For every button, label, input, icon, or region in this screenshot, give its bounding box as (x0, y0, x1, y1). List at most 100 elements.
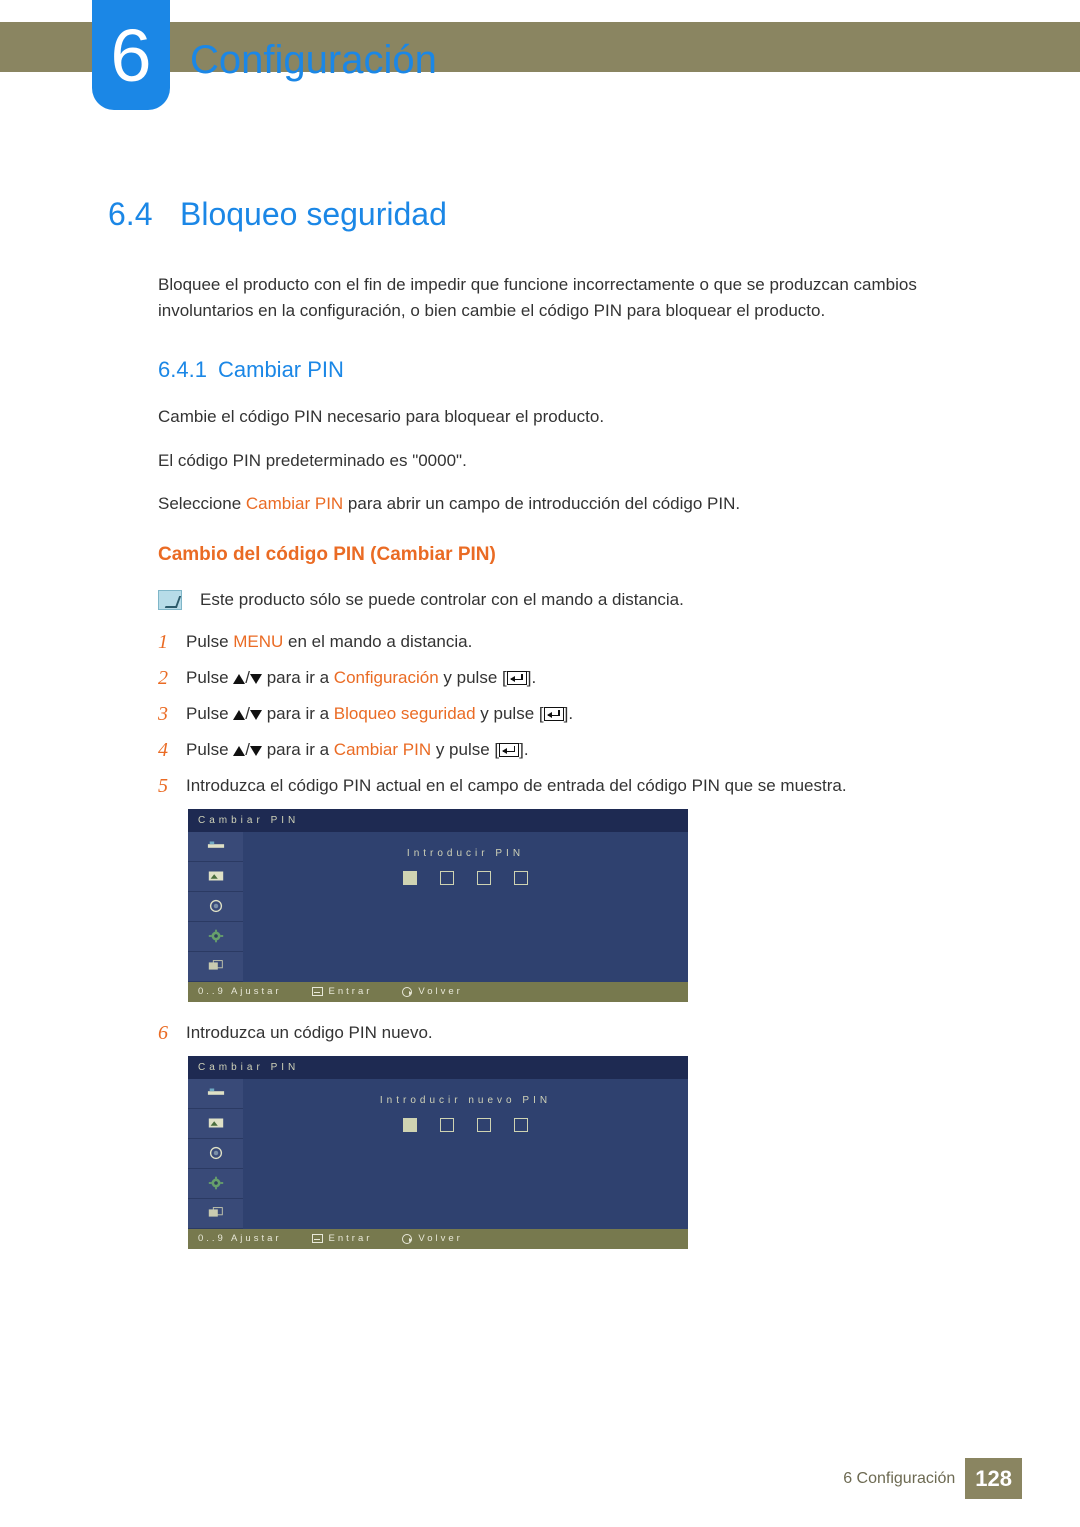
chapter-number-badge: 6 (92, 0, 170, 110)
subsection-title: Cambiar PIN (218, 357, 344, 382)
text-fragment: Pulse (186, 668, 233, 687)
pin-digit (440, 1118, 454, 1132)
chapter-title: Configuración (190, 30, 437, 90)
pin-digit (440, 871, 454, 885)
text-fragment: para ir a (262, 740, 334, 759)
pin-digit-active (403, 1118, 417, 1132)
accent-text: Configuración (334, 668, 439, 687)
osd-setup-icon (188, 1169, 243, 1199)
osd-body: Introducir PIN (188, 832, 688, 982)
osd-hint-back: Volver (402, 1232, 462, 1246)
procedure-heading: Cambio del código PIN (Cambiar PIN) (158, 541, 978, 570)
enter-icon (544, 707, 564, 721)
text-fragment: para abrir un campo de introducción del … (343, 494, 740, 513)
osd-footer: 0..9 Ajustar Entrar Volver (188, 1229, 688, 1249)
return-icon (402, 1234, 412, 1244)
page-number: 128 (965, 1458, 1022, 1499)
osd-hint-enter: Entrar (312, 1232, 373, 1246)
osd-hint-adjust: 0..9 Ajustar (198, 1232, 282, 1246)
text-fragment: y pulse [ (439, 668, 507, 687)
pin-input-row (243, 871, 688, 891)
step-1: 1 Pulse MENU en el mando a distancia. (158, 629, 978, 655)
section-heading: 6.4Bloqueo seguridad (108, 190, 978, 238)
text-fragment: Pulse (186, 632, 233, 651)
arrow-down-icon (250, 710, 262, 720)
step-6: 6 Introduzca un código PIN nuevo. (158, 1020, 978, 1046)
footer-chapter-label: 6 Configuración (843, 1467, 955, 1491)
arrow-down-icon (250, 674, 262, 684)
osd-title: Cambiar PIN (188, 809, 688, 832)
enter-icon (507, 671, 527, 685)
text-fragment: Entrar (329, 1232, 373, 1246)
step-text: Pulse MENU en el mando a distancia. (186, 629, 978, 655)
osd-sound-icon (188, 892, 243, 922)
body-text: El código PIN predeterminado es "0000". (158, 448, 978, 474)
arrow-down-icon (250, 746, 262, 756)
text-fragment: ]. (564, 704, 573, 723)
osd-main: Introducir PIN (243, 832, 688, 982)
pin-digit (514, 1118, 528, 1132)
pin-input-row (243, 1118, 688, 1138)
step-text: Pulse / para ir a Cambiar PIN y pulse []… (186, 737, 978, 763)
accent-text: Cambiar PIN (246, 494, 343, 513)
osd-sidebar (188, 1079, 243, 1229)
step-number: 5 (158, 773, 186, 799)
text-fragment: para ir a (262, 704, 334, 723)
osd-hint-adjust: 0..9 Ajustar (198, 985, 282, 999)
text-fragment: Entrar (329, 985, 373, 999)
step-3: 3 Pulse / para ir a Bloqueo seguridad y … (158, 701, 978, 727)
step-number: 2 (158, 665, 186, 691)
step-number: 3 (158, 701, 186, 727)
text-fragment: Seleccione (158, 494, 246, 513)
accent-text: Cambiar PIN (334, 740, 431, 759)
osd-screenshot-2: Cambiar PIN Introducir nuevo PIN 0.. (188, 1056, 688, 1249)
section-title: Bloqueo seguridad (180, 196, 447, 232)
text-fragment: ]. (519, 740, 528, 759)
return-icon (402, 987, 412, 997)
text-fragment: Volver (418, 1232, 462, 1246)
note-text: Este producto sólo se puede controlar co… (200, 587, 684, 613)
osd-picture-icon (188, 862, 243, 892)
step-number: 6 (158, 1020, 186, 1046)
subsection-heading: 6.4.1Cambiar PIN (158, 353, 978, 386)
osd-picture-icon (188, 1109, 243, 1139)
body-text: Seleccione Cambiar PIN para abrir un cam… (158, 491, 978, 517)
osd-sidebar (188, 832, 243, 982)
page-content: 6.4Bloqueo seguridad Bloquee el producto… (108, 190, 978, 1267)
step-5: 5 Introduzca el código PIN actual en el … (158, 773, 978, 799)
osd-input-icon (188, 832, 243, 862)
osd-main: Introducir nuevo PIN (243, 1079, 688, 1229)
osd-screenshot-1: Cambiar PIN Introducir PIN 0..9 Ajus (188, 809, 688, 1002)
text-fragment: y pulse [ (431, 740, 499, 759)
pin-digit (514, 871, 528, 885)
step-4: 4 Pulse / para ir a Cambiar PIN y pulse … (158, 737, 978, 763)
osd-prompt: Introducir nuevo PIN (243, 1093, 688, 1108)
page-footer: 6 Configuración 128 (843, 1458, 1022, 1499)
enter-icon (312, 987, 323, 996)
osd-footer: 0..9 Ajustar Entrar Volver (188, 982, 688, 1002)
step-2: 2 Pulse / para ir a Configuración y puls… (158, 665, 978, 691)
osd-sound-icon (188, 1139, 243, 1169)
accent-text: Bloqueo seguridad (334, 704, 476, 723)
step-text: Introduzca un código PIN nuevo. (186, 1020, 978, 1046)
osd-setup-icon (188, 922, 243, 952)
arrow-up-icon (233, 674, 245, 684)
enter-icon (312, 1234, 323, 1243)
body-text: Cambie el código PIN necesario para bloq… (158, 404, 978, 430)
step-text: Pulse / para ir a Bloqueo seguridad y pu… (186, 701, 978, 727)
note-icon (158, 590, 182, 610)
accent-text: MENU (233, 632, 283, 651)
note-row: Este producto sólo se puede controlar co… (158, 587, 978, 613)
pin-digit-active (403, 871, 417, 885)
text-fragment: ]. (527, 668, 536, 687)
arrow-up-icon (233, 746, 245, 756)
text-fragment: y pulse [ (476, 704, 544, 723)
osd-hint-enter: Entrar (312, 985, 373, 999)
text-fragment: en el mando a distancia. (283, 632, 472, 651)
osd-body: Introducir nuevo PIN (188, 1079, 688, 1229)
enter-icon (499, 743, 519, 757)
osd-input-icon (188, 1079, 243, 1109)
pin-digit (477, 1118, 491, 1132)
osd-hint-back: Volver (402, 985, 462, 999)
pin-digit (477, 871, 491, 885)
